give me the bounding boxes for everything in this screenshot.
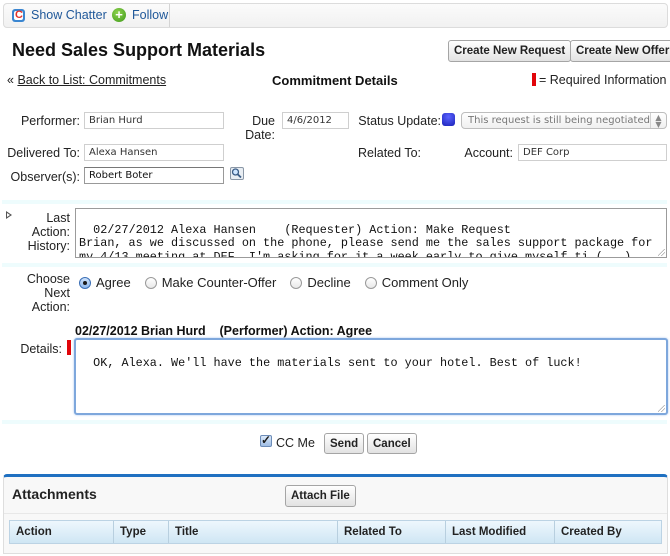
- back-to-list-link[interactable]: Back to List: Commitments: [17, 73, 166, 87]
- attachments-table-header: Action Type Title Related To Last Modifi…: [9, 520, 662, 544]
- required-marker-icon: [67, 340, 71, 355]
- next-action-radio-group: Agree Make Counter-Offer Decline Comment…: [79, 275, 482, 290]
- cc-me-checkbox[interactable]: [260, 433, 272, 447]
- column-header-type[interactable]: Type: [114, 521, 169, 543]
- account-field[interactable]: DEF Corp: [518, 144, 667, 161]
- due-date-field[interactable]: 4/6/2012: [282, 112, 349, 129]
- radio-button-icon[interactable]: [364, 276, 377, 289]
- delivered-to-label: Delivered To:: [7, 146, 80, 160]
- required-marker-icon: [532, 73, 536, 86]
- section-separator: [2, 420, 667, 424]
- show-chatter-link[interactable]: C Show Chatter: [12, 8, 107, 22]
- last-action-history-textarea[interactable]: 02/27/2012 Alexa Hansen (Requester) Acti…: [75, 208, 667, 258]
- radio-button-icon[interactable]: [144, 276, 157, 289]
- status-update-select[interactable]: This request is still being negotiated ▲…: [461, 112, 667, 129]
- column-header-last-modified[interactable]: Last Modified: [446, 521, 555, 543]
- last-action-history-label: Last Action: History:: [10, 211, 70, 253]
- create-new-request-button[interactable]: Create New Request: [448, 40, 572, 62]
- performer-field[interactable]: Brian Hurd: [84, 112, 224, 129]
- back-arrow: «: [7, 73, 14, 87]
- delivered-to-field[interactable]: Alexa Hansen: [84, 144, 224, 161]
- chatter-toolbar: C Show Chatter + Follow: [3, 3, 668, 28]
- cc-me-label: CC Me: [276, 436, 315, 450]
- next-action-label-line3: Action:: [31, 300, 70, 314]
- observers-label: Observer(s):: [10, 170, 80, 184]
- send-button[interactable]: Send: [324, 433, 365, 454]
- section-separator: [2, 263, 667, 267]
- column-header-title[interactable]: Title: [169, 521, 338, 543]
- breadcrumb: « Back to List: Commitments: [7, 73, 166, 87]
- lookup-magnifier-icon[interactable]: [230, 167, 244, 180]
- radio-make-counter-offer[interactable]: Make Counter-Offer: [144, 275, 277, 290]
- due-date-label-line1: Due: [252, 114, 275, 128]
- account-label: Account:: [464, 146, 513, 160]
- follow-link[interactable]: + Follow: [112, 8, 168, 22]
- follow-label: Follow: [132, 8, 169, 22]
- attach-file-button[interactable]: Attach File: [285, 485, 356, 507]
- radio-label: Decline: [307, 275, 351, 290]
- due-date-label-line2: Date:: [245, 128, 275, 142]
- next-action-label-line1: Choose: [26, 272, 70, 286]
- section-title: Commitment Details: [272, 73, 398, 88]
- next-action-label-line2: Next: [44, 286, 70, 300]
- required-legend-text: = Required Information: [539, 73, 667, 87]
- chatter-icon: C: [12, 8, 25, 22]
- cancel-button[interactable]: Cancel: [367, 433, 417, 454]
- related-to-label: Related To:: [358, 146, 422, 160]
- details-textarea[interactable]: OK, Alexa. We'll have the materials sent…: [74, 338, 668, 415]
- performer-label: Performer:: [20, 114, 80, 128]
- select-arrows-icon: ▲ ▼: [650, 113, 666, 129]
- history-label-line2: Action:: [31, 225, 70, 239]
- column-header-created-by[interactable]: Created By: [555, 521, 661, 543]
- details-header: 02/27/2012 Brian Hurd (Performer) Action…: [75, 324, 373, 338]
- due-date-label: Due Date:: [240, 114, 275, 142]
- history-label-line3: History:: [27, 239, 70, 253]
- radio-button-icon[interactable]: [79, 276, 91, 289]
- attachments-divider: [4, 513, 667, 514]
- history-text: 02/27/2012 Alexa Hansen (Requester) Acti…: [79, 222, 653, 258]
- resize-handle-icon[interactable]: [658, 249, 665, 256]
- radio-label: Make Counter-Offer: [161, 275, 277, 290]
- choose-next-action-label: Choose Next Action:: [10, 272, 70, 314]
- radio-label: Agree: [96, 275, 131, 290]
- column-header-action[interactable]: Action: [10, 521, 114, 543]
- status-update-label: Status Update:: [358, 114, 441, 128]
- toolbar-divider: [169, 4, 170, 27]
- attachments-section: Attachments Attach File Action Type Titl…: [3, 474, 668, 554]
- radio-agree[interactable]: Agree: [79, 275, 131, 290]
- radio-label: Comment Only: [381, 275, 469, 290]
- status-selected-value: This request is still being negotiated: [468, 115, 650, 126]
- radio-button-icon[interactable]: [290, 276, 303, 289]
- details-text: OK, Alexa. We'll have the materials sent…: [93, 355, 582, 370]
- column-header-related-to[interactable]: Related To: [338, 521, 446, 543]
- chatter-icon-glyph: C: [15, 8, 23, 21]
- details-label: Details:: [20, 342, 62, 356]
- radio-decline[interactable]: Decline: [290, 275, 351, 290]
- page-title: Need Sales Support Materials: [12, 40, 266, 60]
- required-legend: = Required Information: [532, 73, 667, 87]
- radio-comment-only[interactable]: Comment Only: [364, 275, 469, 290]
- history-label-line1: Last: [46, 211, 70, 225]
- create-new-offer-button[interactable]: Create New Offer: [570, 40, 670, 62]
- plus-circle-icon: +: [112, 8, 126, 22]
- status-indicator-icon: [442, 113, 455, 126]
- show-chatter-label: Show Chatter: [31, 8, 107, 22]
- observers-field[interactable]: Robert Boter: [84, 167, 224, 184]
- section-separator: [2, 200, 667, 204]
- resize-handle-icon[interactable]: [658, 405, 665, 412]
- attachments-title: Attachments: [12, 486, 97, 502]
